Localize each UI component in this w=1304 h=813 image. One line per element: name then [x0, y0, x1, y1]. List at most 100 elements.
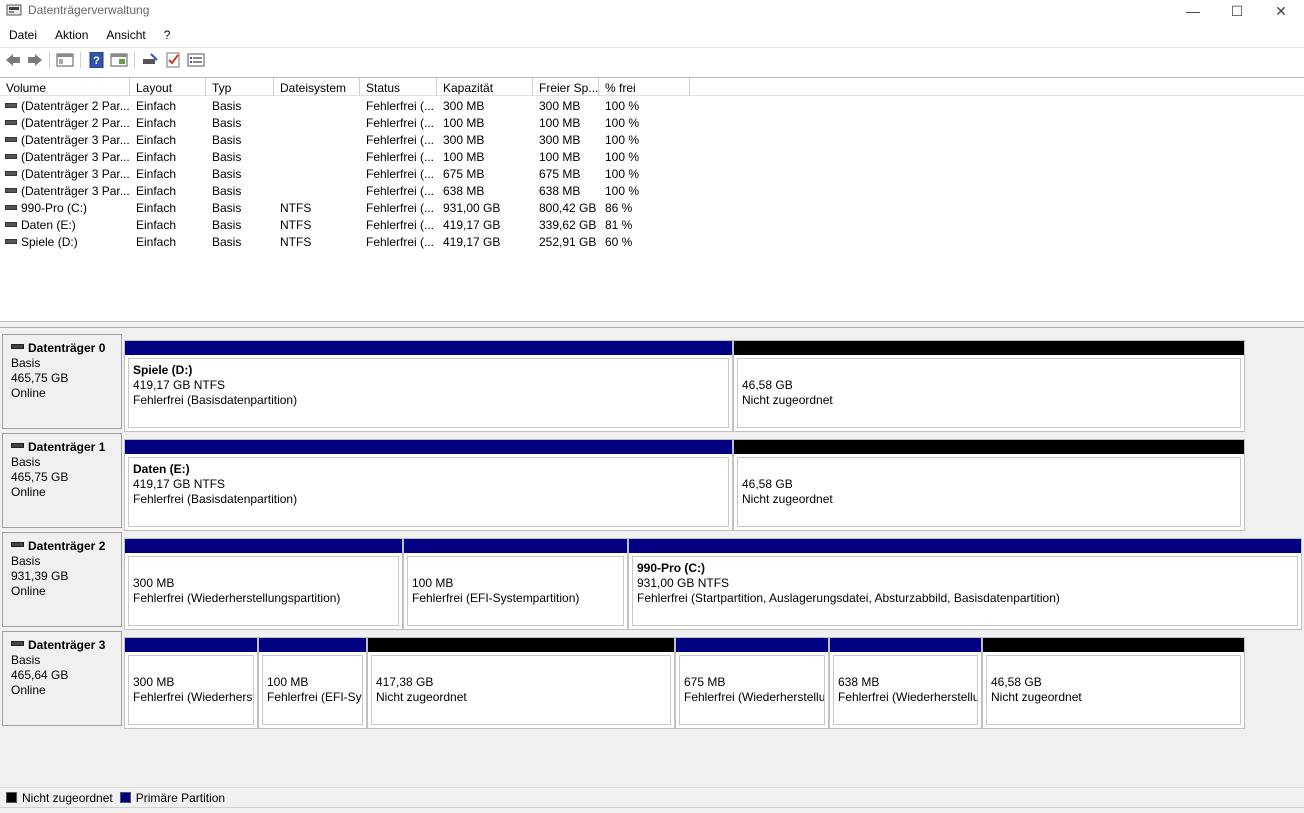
partition-info: 46,58 GB Nicht zugeordnet [737, 457, 1241, 527]
unallocated-space[interactable]: 46,58 GB Nicht zugeordnet [733, 340, 1245, 432]
disk-icon [11, 443, 24, 448]
disk-label[interactable]: Datenträger 1 Basis 465,75 GB Online [2, 433, 122, 528]
toolbar-separator [134, 52, 135, 68]
partition-info: 300 MB Fehlerfrei (Wiederherstellungspart… [128, 556, 399, 626]
volume-list-header: Volume Layout Typ Dateisystem Status Kap… [0, 78, 1304, 96]
partition[interactable]: 100 MB Fehlerfrei (EFI-Systempartition) [403, 538, 628, 630]
cell-layout: Einfach [136, 201, 177, 215]
partition-info: 417,38 GB Nicht zugeordnet [371, 655, 671, 725]
cell-volume: (Datenträger 3 Par... [21, 167, 130, 181]
disk-name-text: Datenträger 0 [28, 341, 106, 355]
list-icon[interactable] [187, 52, 205, 68]
column-kapazitaet[interactable]: Kapazität [437, 78, 533, 96]
help-icon[interactable]: ? [88, 52, 106, 68]
column-status[interactable]: Status [360, 78, 437, 96]
legend: Nicht zugeordnet Primäre Partition [0, 787, 1304, 807]
unallocated-space[interactable]: 46,58 GB Nicht zugeordnet [982, 637, 1245, 729]
unallocated-space[interactable]: 417,38 GB Nicht zugeordnet [367, 637, 675, 729]
cell-kapazitaet: 675 MB [443, 167, 485, 181]
cell-status: Fehlerfrei (... [366, 99, 435, 113]
volume-drive-icon [5, 171, 17, 176]
cell-status: Fehlerfrei (... [366, 167, 435, 181]
menu-ansicht[interactable]: Ansicht [97, 24, 154, 46]
minimize-button[interactable]: — [1170, 0, 1216, 22]
partition[interactable]: 300 MB Fehlerfrei (Wiederherstellungspart… [124, 538, 403, 630]
cell-freier-speicher: 300 MB [539, 99, 581, 113]
disk-state: Online [11, 386, 46, 400]
partition[interactable]: Daten (E:) 419,17 GB NTFS Fehlerfrei (Basi… [124, 439, 733, 531]
unallocated-bar [734, 341, 1244, 355]
partition-status: Fehlerfrei (EFI-Systempartition) [412, 591, 580, 605]
primary-partition-bar [125, 440, 732, 454]
partition-status: Nicht zugeordnet [742, 393, 833, 407]
console-tree-icon[interactable] [56, 52, 74, 68]
partition[interactable]: 100 MB Fehlerfrei (EFI-Sys [258, 637, 367, 729]
disk-partitions: 300 MB Fehlerfrei (Wiederherst 100 MB Fehle… [124, 637, 1245, 729]
volume-row[interactable]: (Datenträger 2 Par... Einfach Basis Fehlerf… [0, 115, 1304, 132]
volume-row[interactable]: (Datenträger 3 Par... Einfach Basis Fehlerf… [0, 183, 1304, 200]
volume-row[interactable]: 990-Pro (C:) Einfach Basis NTFS Fehlerfrei (… [0, 200, 1304, 217]
legend-label-primary: Primäre Partition [135, 790, 226, 805]
partition[interactable]: 300 MB Fehlerfrei (Wiederherst [124, 637, 258, 729]
disk-label[interactable]: Datenträger 3 Basis 465,64 GB Online [2, 631, 122, 726]
volume-drive-icon [5, 222, 17, 227]
unallocated-space[interactable]: 46,58 GB Nicht zugeordnet [733, 439, 1245, 531]
volume-row[interactable]: Daten (E:) Einfach Basis NTFS Fehlerfrei (..… [0, 217, 1304, 234]
partition[interactable]: 638 MB Fehlerfrei (Wiederherstellu [829, 637, 982, 729]
cell-status: Fehlerfrei (... [366, 116, 435, 130]
close-button[interactable]: ✕ [1258, 0, 1304, 22]
column-dateisystem[interactable]: Dateisystem [274, 78, 360, 96]
disk-label[interactable]: Datenträger 2 Basis 931,39 GB Online [2, 532, 122, 627]
menu-aktion[interactable]: Aktion [46, 24, 97, 46]
cell-freier-speicher: 800,42 GB [539, 201, 597, 215]
volume-row[interactable]: (Datenträger 3 Par... Einfach Basis Fehlerf… [0, 132, 1304, 149]
menu-datei[interactable]: Datei [0, 24, 46, 46]
partition[interactable]: Spiele (D:) 419,17 GB NTFS Fehlerfrei (Bas… [124, 340, 733, 432]
primary-partition-bar [404, 539, 627, 553]
cell-typ: Basis [212, 235, 242, 249]
volume-row[interactable]: (Datenträger 2 Par... Einfach Basis Fehlerf… [0, 98, 1304, 115]
cell-prozent-frei: 86 % [605, 201, 633, 215]
maximize-button[interactable]: ☐ [1214, 0, 1260, 22]
partition[interactable]: 990-Pro (C:) 931,00 GB NTFS Fehlerfrei (St… [628, 538, 1302, 630]
cell-layout: Einfach [136, 167, 177, 181]
cell-status: Fehlerfrei (... [366, 133, 435, 147]
column-typ[interactable]: Typ [206, 78, 274, 96]
partition-info: 46,58 GB Nicht zugeordnet [737, 358, 1241, 428]
disk-name: Datenträger 1 [11, 440, 121, 455]
forward-icon[interactable] [26, 52, 44, 68]
cell-typ: Basis [212, 133, 242, 147]
disk-partitions: Spiele (D:) 419,17 GB NTFS Fehlerfrei (Bas… [124, 340, 1245, 432]
toolbar-separator [49, 52, 50, 68]
connect-icon[interactable] [141, 52, 159, 68]
column-volume[interactable]: Volume [0, 78, 130, 96]
cell-typ: Basis [212, 150, 242, 164]
volume-row[interactable]: Spiele (D:) Einfach Basis NTFS Fehlerfrei (.… [0, 234, 1304, 251]
disk-label[interactable]: Datenträger 0 Basis 465,75 GB Online [2, 334, 122, 429]
volume-row[interactable]: (Datenträger 3 Par... Einfach Basis Fehlerf… [0, 149, 1304, 166]
column-prozent-frei[interactable]: % frei [599, 78, 690, 96]
partition-size: 46,58 GB [742, 477, 793, 491]
cell-freier-speicher: 339,62 GB [539, 218, 597, 232]
properties-icon[interactable] [110, 52, 128, 68]
column-layout[interactable]: Layout [130, 78, 206, 96]
disk-name-text: Datenträger 2 [28, 539, 106, 553]
partition-status: Fehlerfrei (Wiederherstellu [684, 690, 825, 704]
primary-partition-bar [676, 638, 828, 652]
menu-bar: Datei Aktion Ansicht ? [0, 24, 1304, 46]
cell-layout: Einfach [136, 150, 177, 164]
disk-row: Datenträger 1 Basis 465,75 GB Online Daten (… [0, 433, 1304, 531]
back-icon[interactable] [4, 52, 22, 68]
legend-swatch-unallocated [6, 792, 17, 803]
volume-row[interactable]: (Datenträger 3 Par... Einfach Basis Fehlerf… [0, 166, 1304, 183]
cell-status: Fehlerfrei (... [366, 201, 435, 215]
primary-partition-bar [125, 638, 257, 652]
window-title: Datenträgerverwaltung [28, 3, 150, 17]
check-icon[interactable] [165, 52, 183, 68]
cell-kapazitaet: 931,00 GB [443, 201, 501, 215]
volume-drive-icon [5, 239, 17, 244]
cell-typ: Basis [212, 201, 242, 215]
menu-help[interactable]: ? [155, 24, 180, 46]
partition[interactable]: 675 MB Fehlerfrei (Wiederherstellu [675, 637, 829, 729]
column-freier-speicher[interactable]: Freier Sp... [533, 78, 599, 96]
